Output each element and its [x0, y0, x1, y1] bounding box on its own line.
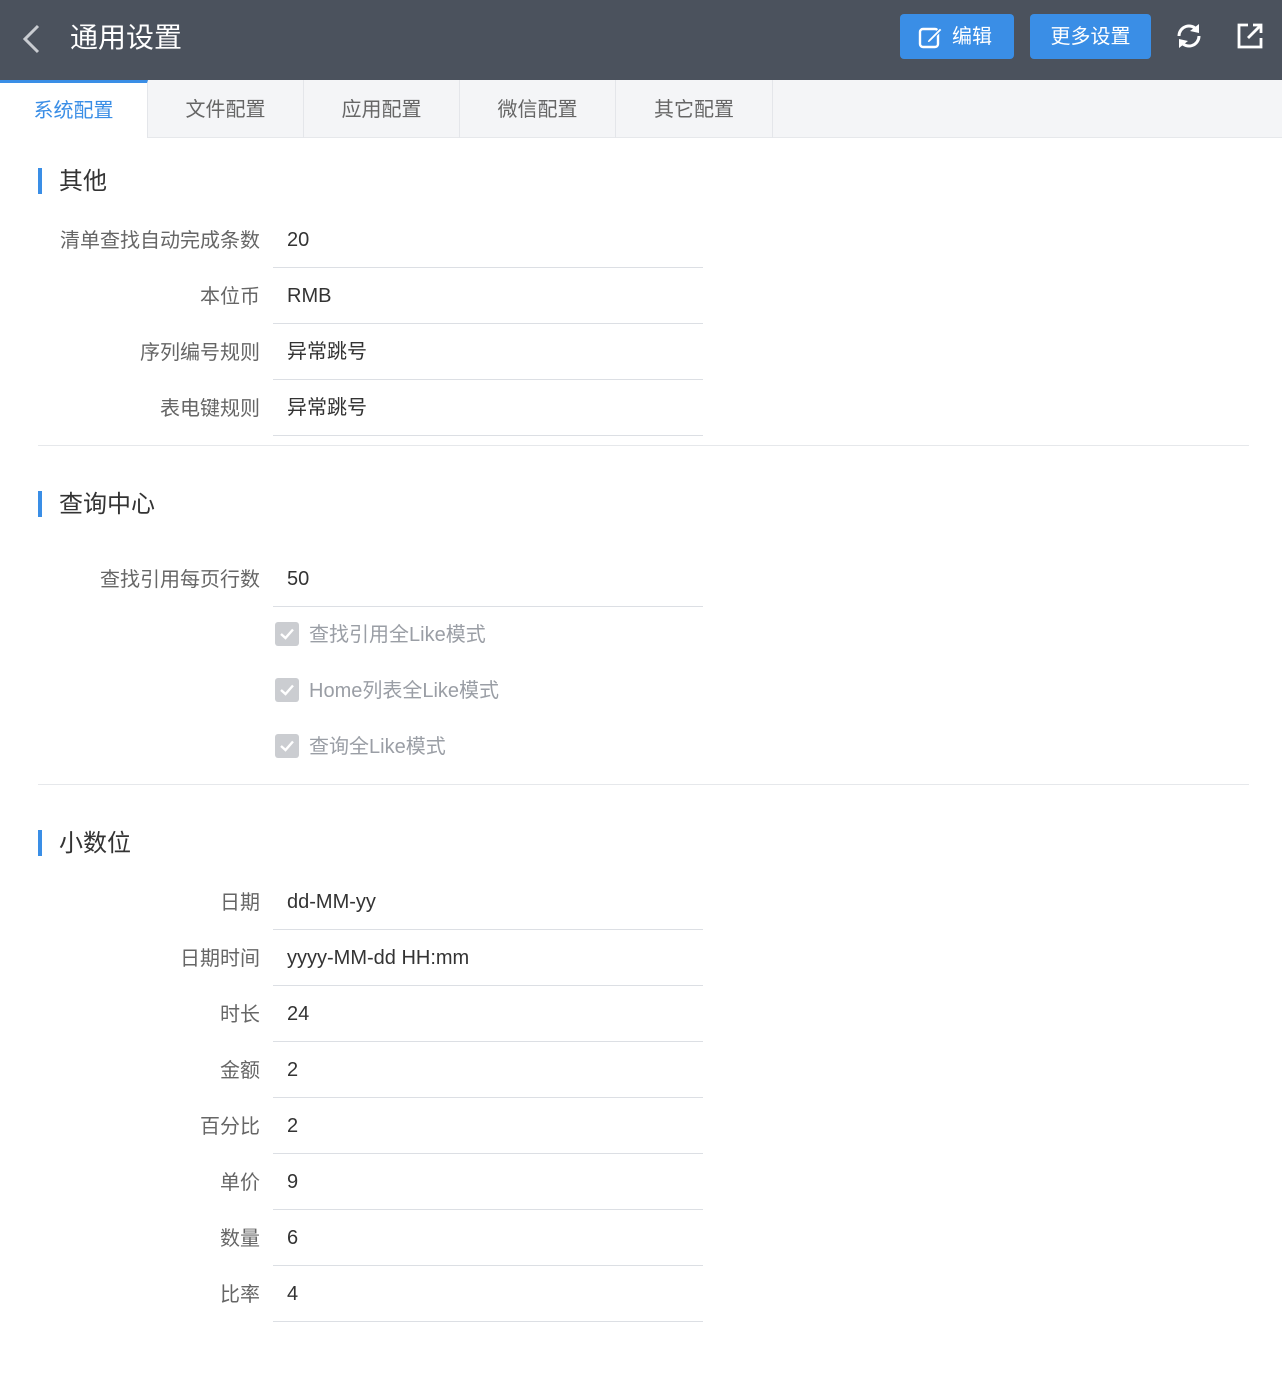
check-icon: [280, 684, 294, 696]
checkbox-label: Home列表全Like模式: [309, 680, 500, 702]
field-label: 本位币: [200, 284, 260, 308]
section-title-query: 查询中心: [38, 491, 155, 517]
edit-icon: [918, 27, 943, 49]
query-full-like-checkbox[interactable]: [275, 734, 299, 758]
lookup-page-size-field[interactable]: 50: [273, 551, 703, 607]
field-label: 数量: [220, 1226, 260, 1250]
percent-decimals-field[interactable]: 2: [273, 1098, 703, 1154]
form-row: 本位币 RMB: [0, 268, 710, 324]
refresh-icon[interactable]: [1173, 20, 1205, 52]
tab-bar: 系统配置 文件配置 应用配置 微信配置 其它配置: [0, 80, 1282, 138]
checkbox-label: 查询全Like模式: [309, 736, 446, 758]
check-icon: [280, 740, 294, 752]
serial-number-rule-field[interactable]: 异常跳号: [273, 324, 703, 380]
tab-system-config[interactable]: 系统配置: [0, 80, 148, 138]
section-divider: [38, 445, 1249, 446]
datetime-format-field[interactable]: yyyy-MM-dd HH:mm: [273, 930, 703, 986]
form-row: 比率 4: [0, 1266, 710, 1322]
section-divider: [38, 784, 1249, 785]
field-label: 时长: [220, 1002, 260, 1026]
section-title-decimal: 小数位: [38, 830, 131, 856]
field-label: 日期: [220, 890, 260, 914]
form-row: 单价 9: [0, 1154, 710, 1210]
form-row: 清单查找自动完成条数 20: [0, 212, 710, 268]
date-format-field[interactable]: dd-MM-yy: [273, 874, 703, 930]
tab-app-config[interactable]: 应用配置: [304, 80, 460, 138]
base-currency-field[interactable]: RMB: [273, 268, 703, 324]
field-label: 清单查找自动完成条数: [60, 228, 260, 252]
field-label: 比率: [220, 1282, 260, 1306]
export-icon[interactable]: [1234, 20, 1266, 52]
unit-price-decimals-field[interactable]: 9: [273, 1154, 703, 1210]
tab-other-config[interactable]: 其它配置: [616, 80, 773, 138]
field-label: 表电键规则: [160, 396, 260, 420]
key-rule-field[interactable]: 异常跳号: [273, 380, 703, 436]
top-bar: 通用设置 编辑 更多设置: [0, 0, 1282, 80]
field-label: 序列编号规则: [140, 340, 260, 364]
form-row: 查找引用每页行数 50: [0, 551, 710, 607]
checkbox-label: 查找引用全Like模式: [309, 624, 486, 646]
autocomplete-count-field[interactable]: 20: [273, 212, 703, 268]
tab-wechat-config[interactable]: 微信配置: [460, 80, 616, 138]
form-row: 数量 6: [0, 1210, 710, 1266]
field-label: 查找引用每页行数: [100, 567, 260, 591]
form-row: 序列编号规则 异常跳号: [0, 324, 710, 380]
section-title-other: 其他: [38, 168, 107, 194]
amount-decimals-field[interactable]: 2: [273, 1042, 703, 1098]
field-label: 单价: [220, 1170, 260, 1194]
form-row: 日期时间 yyyy-MM-dd HH:mm: [0, 930, 710, 986]
form-row: 金额 2: [0, 1042, 710, 1098]
form-row: 时长 24: [0, 986, 710, 1042]
check-icon: [280, 628, 294, 640]
field-label: 日期时间: [180, 946, 260, 970]
tab-file-config[interactable]: 文件配置: [148, 80, 304, 138]
field-label: 金额: [220, 1058, 260, 1082]
form-row: 日期 dd-MM-yy: [0, 874, 710, 930]
field-label: 百分比: [200, 1114, 260, 1138]
quantity-decimals-field[interactable]: 6: [273, 1210, 703, 1266]
chevron-left-icon[interactable]: [18, 22, 46, 56]
form-row: 表电键规则 异常跳号: [0, 380, 710, 436]
page-title: 通用设置: [70, 21, 183, 54]
edit-button-label: 编辑: [952, 24, 992, 48]
edit-button[interactable]: 编辑: [900, 14, 1014, 59]
more-settings-button[interactable]: 更多设置: [1030, 14, 1151, 59]
duration-field[interactable]: 24: [273, 986, 703, 1042]
home-list-full-like-checkbox[interactable]: [275, 678, 299, 702]
ratio-decimals-field[interactable]: 4: [273, 1266, 703, 1322]
form-row: 百分比 2: [0, 1098, 710, 1154]
lookup-full-like-checkbox[interactable]: [275, 622, 299, 646]
